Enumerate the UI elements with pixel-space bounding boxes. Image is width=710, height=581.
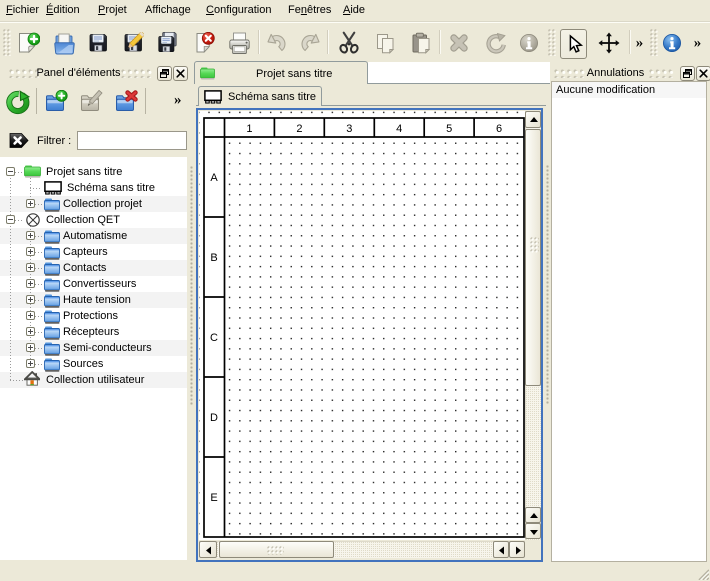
svg-text:D: D xyxy=(210,412,218,424)
svg-text:E: E xyxy=(210,492,217,504)
svg-text:A: A xyxy=(210,172,218,184)
svg-text:3: 3 xyxy=(346,123,352,135)
svg-text:1: 1 xyxy=(246,123,252,135)
svg-text:B: B xyxy=(210,252,217,264)
svg-text:C: C xyxy=(210,332,218,344)
svg-text:2: 2 xyxy=(296,123,302,135)
svg-text:6: 6 xyxy=(496,123,502,135)
svg-text:4: 4 xyxy=(396,123,402,135)
svg-text:5: 5 xyxy=(446,123,452,135)
